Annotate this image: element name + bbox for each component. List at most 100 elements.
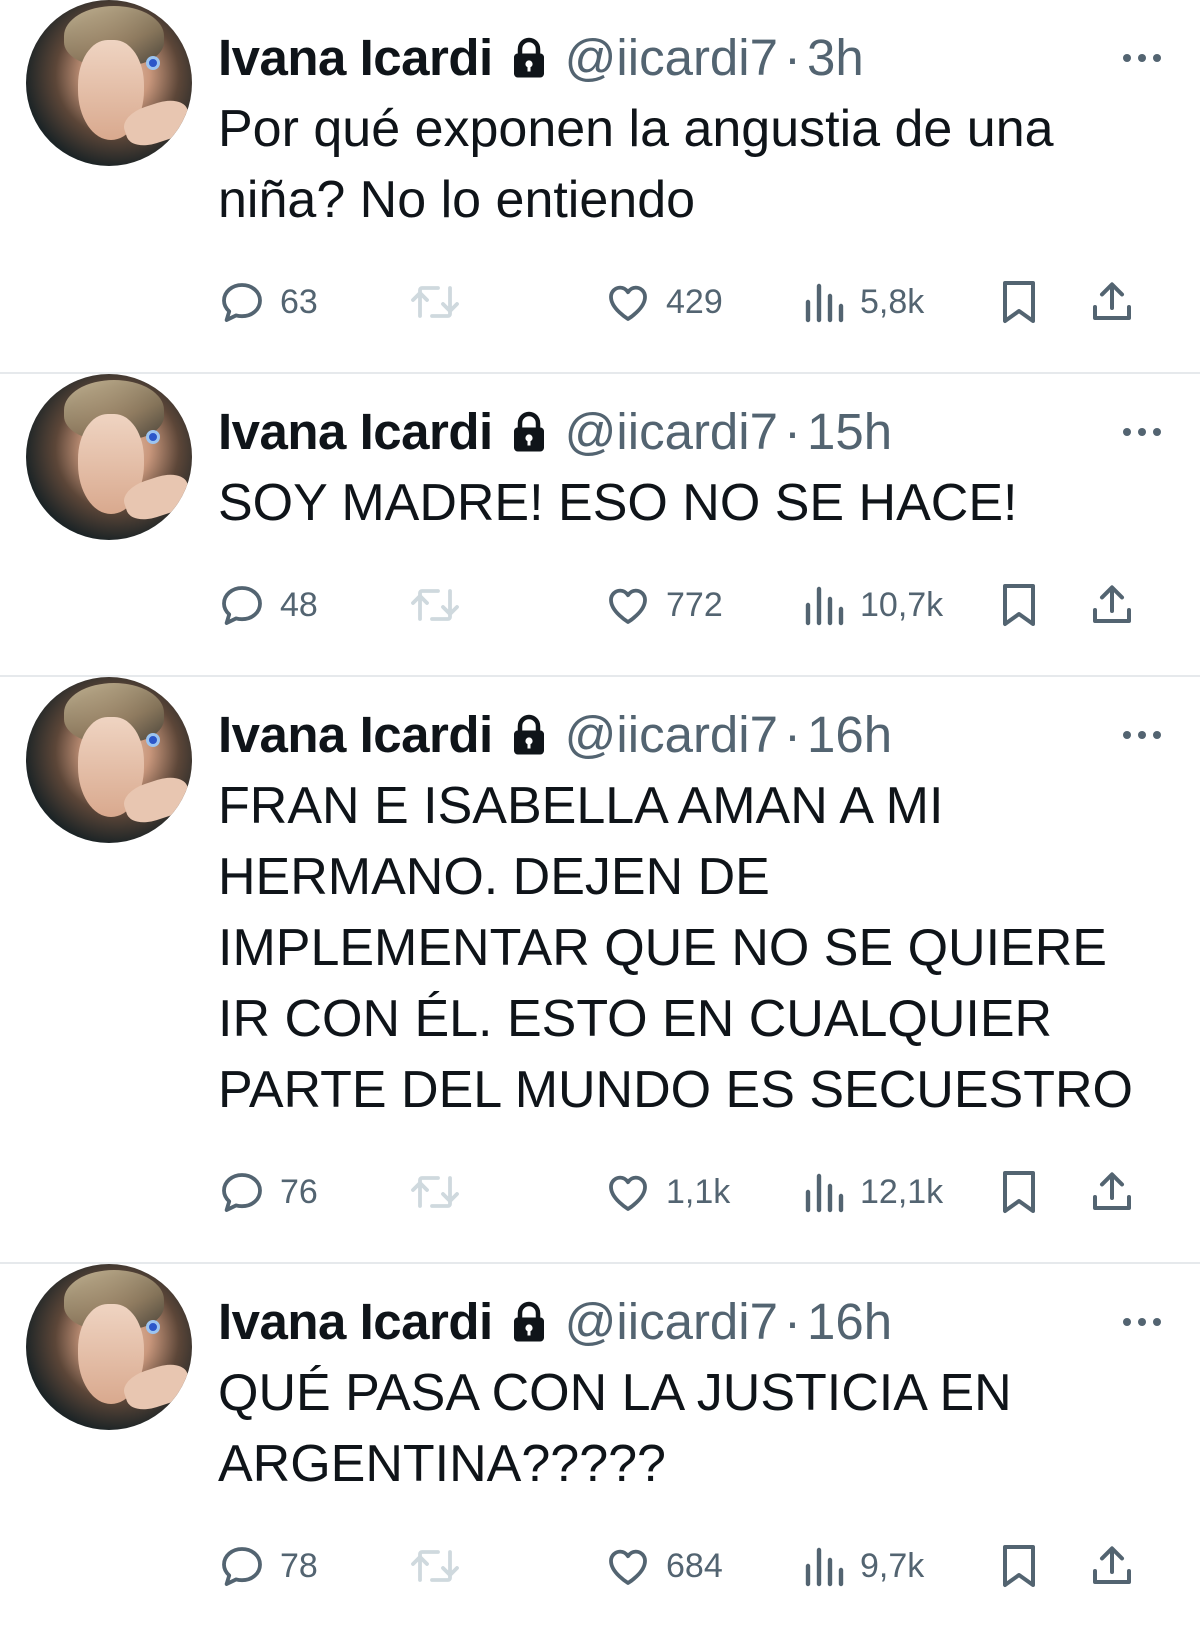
bookmark-button[interactable] xyxy=(998,278,1088,326)
avatar[interactable] xyxy=(26,374,192,540)
reply-count: 48 xyxy=(280,585,318,624)
like-button[interactable]: 772 xyxy=(604,581,802,629)
views-count: 12,1k xyxy=(860,1172,944,1211)
reply-button[interactable]: 63 xyxy=(218,278,408,326)
like-count: 684 xyxy=(666,1546,723,1585)
bookmark-button[interactable] xyxy=(998,1168,1088,1216)
views-button[interactable]: 5,8k xyxy=(802,278,998,326)
reply-icon xyxy=(222,283,262,322)
heart-icon xyxy=(609,1175,647,1211)
separator-dot: · xyxy=(784,29,801,86)
retweet-icon xyxy=(411,1176,459,1208)
bookmark-icon xyxy=(1003,281,1035,323)
views-icon xyxy=(805,1173,844,1213)
like-button[interactable]: 429 xyxy=(604,278,802,326)
tweet-actions: 78 684 9,7k xyxy=(218,1530,1164,1602)
bookmark-icon xyxy=(1003,584,1035,626)
views-count: 9,7k xyxy=(860,1546,925,1585)
avatar[interactable] xyxy=(26,0,192,166)
tweet[interactable]: Ivana Icardi @iicardi7 · 16h FRAN E ISAB… xyxy=(0,677,1200,1264)
tweet-header: Ivana Icardi @iicardi7 · 16h xyxy=(218,703,1164,767)
views-icon xyxy=(805,283,844,323)
retweet-button[interactable] xyxy=(408,1168,604,1216)
avatar[interactable] xyxy=(26,1264,192,1430)
reply-button[interactable]: 48 xyxy=(218,581,408,629)
retweet-button[interactable] xyxy=(408,278,604,326)
author-handle[interactable]: @iicardi7 xyxy=(565,400,778,464)
tweet-text: QUÉ PASA CON LA JUSTICIA EN ARGENTINA???… xyxy=(218,1364,1012,1493)
avatar-charm xyxy=(146,56,160,70)
lock-icon xyxy=(513,37,544,78)
tweet-actions: 48 772 10,7k xyxy=(218,569,1164,641)
share-icon xyxy=(1093,585,1131,623)
bookmark-icon xyxy=(1003,1545,1035,1587)
tweet[interactable]: Ivana Icardi @iicardi7 · 16h QUÉ PASA CO… xyxy=(0,1264,1200,1627)
tweet-header: Ivana Icardi @iicardi7 · 15h xyxy=(218,400,1164,464)
retweet-button[interactable] xyxy=(408,1542,604,1590)
author-name[interactable]: Ivana Icardi xyxy=(218,400,493,464)
views-button[interactable]: 12,1k xyxy=(802,1168,998,1216)
bookmark-button[interactable] xyxy=(998,1542,1088,1590)
bookmark-icon xyxy=(1003,1171,1035,1213)
views-icon xyxy=(805,1547,844,1587)
reply-count: 76 xyxy=(280,1172,318,1211)
like-count: 429 xyxy=(666,282,723,321)
tweet-body: Ivana Icardi @iicardi7 · 15h SOY MADRE! … xyxy=(192,374,1164,675)
avatar-charm xyxy=(146,1320,160,1334)
more-icon[interactable] xyxy=(1120,1315,1164,1329)
share-button[interactable] xyxy=(1088,581,1148,629)
author-name[interactable]: Ivana Icardi xyxy=(218,26,493,90)
share-button[interactable] xyxy=(1088,1542,1148,1590)
reply-button[interactable]: 78 xyxy=(218,1542,408,1590)
lock-icon xyxy=(513,1301,544,1342)
avatar[interactable] xyxy=(26,677,192,843)
bookmark-button[interactable] xyxy=(998,581,1088,629)
tweet-body: Ivana Icardi @iicardi7 · 16h QUÉ PASA CO… xyxy=(192,1264,1164,1627)
more-icon[interactable] xyxy=(1120,728,1164,742)
share-button[interactable] xyxy=(1088,278,1148,326)
retweet-icon xyxy=(411,589,459,621)
avatar-charm xyxy=(146,430,160,444)
author-name[interactable]: Ivana Icardi xyxy=(218,1290,493,1354)
views-icon xyxy=(805,586,844,626)
views-count: 10,7k xyxy=(860,585,944,624)
heart-icon xyxy=(609,588,647,624)
more-icon[interactable] xyxy=(1120,51,1164,65)
retweet-icon xyxy=(411,1550,459,1582)
author-name[interactable]: Ivana Icardi xyxy=(218,703,493,767)
tweet-time[interactable]: 3h xyxy=(807,26,864,90)
tweet-time[interactable]: 15h xyxy=(807,400,892,464)
author-handle[interactable]: @iicardi7 xyxy=(565,703,778,767)
more-icon[interactable] xyxy=(1120,425,1164,439)
reply-count: 63 xyxy=(280,282,318,321)
tweet[interactable]: Ivana Icardi @iicardi7 · 15h SOY MADRE! … xyxy=(0,374,1200,677)
reply-count: 78 xyxy=(280,1546,318,1585)
like-button[interactable]: 684 xyxy=(604,1542,802,1590)
tweet-body: Ivana Icardi @iicardi7 · 16h FRAN E ISAB… xyxy=(192,677,1164,1262)
lock-icon xyxy=(513,411,544,452)
heart-icon xyxy=(609,1549,647,1585)
lock-icon xyxy=(513,714,544,755)
reply-icon xyxy=(222,1173,262,1212)
reply-button[interactable]: 76 xyxy=(218,1168,408,1216)
views-button[interactable]: 9,7k xyxy=(802,1542,998,1590)
separator-dot: · xyxy=(784,706,801,763)
tweet-text: SOY MADRE! ESO NO SE HACE! xyxy=(218,474,1018,532)
like-count: 772 xyxy=(666,585,723,624)
tweet-actions: 63 429 5,8k xyxy=(218,266,1164,338)
avatar-charm xyxy=(146,733,160,747)
share-button[interactable] xyxy=(1088,1168,1148,1216)
tweet-time[interactable]: 16h xyxy=(807,1290,892,1354)
tweet-text: FRAN E ISABELLA AMAN A MI HERMANO. DEJEN… xyxy=(218,777,1133,1119)
tweet[interactable]: Ivana Icardi @iicardi7 · 3h Por qué expo… xyxy=(0,0,1200,374)
author-handle[interactable]: @iicardi7 xyxy=(565,1290,778,1354)
views-button[interactable]: 10,7k xyxy=(802,581,998,629)
retweet-button[interactable] xyxy=(408,581,604,629)
share-icon xyxy=(1093,1172,1131,1210)
tweet-text: Por qué exponen la angustia de una niña?… xyxy=(218,100,1054,229)
author-handle[interactable]: @iicardi7 xyxy=(565,26,778,90)
like-button[interactable]: 1,1k xyxy=(604,1168,802,1216)
tweet-time[interactable]: 16h xyxy=(807,703,892,767)
separator-dot: · xyxy=(784,403,801,460)
tweet-header: Ivana Icardi @iicardi7 · 16h xyxy=(218,1290,1164,1354)
